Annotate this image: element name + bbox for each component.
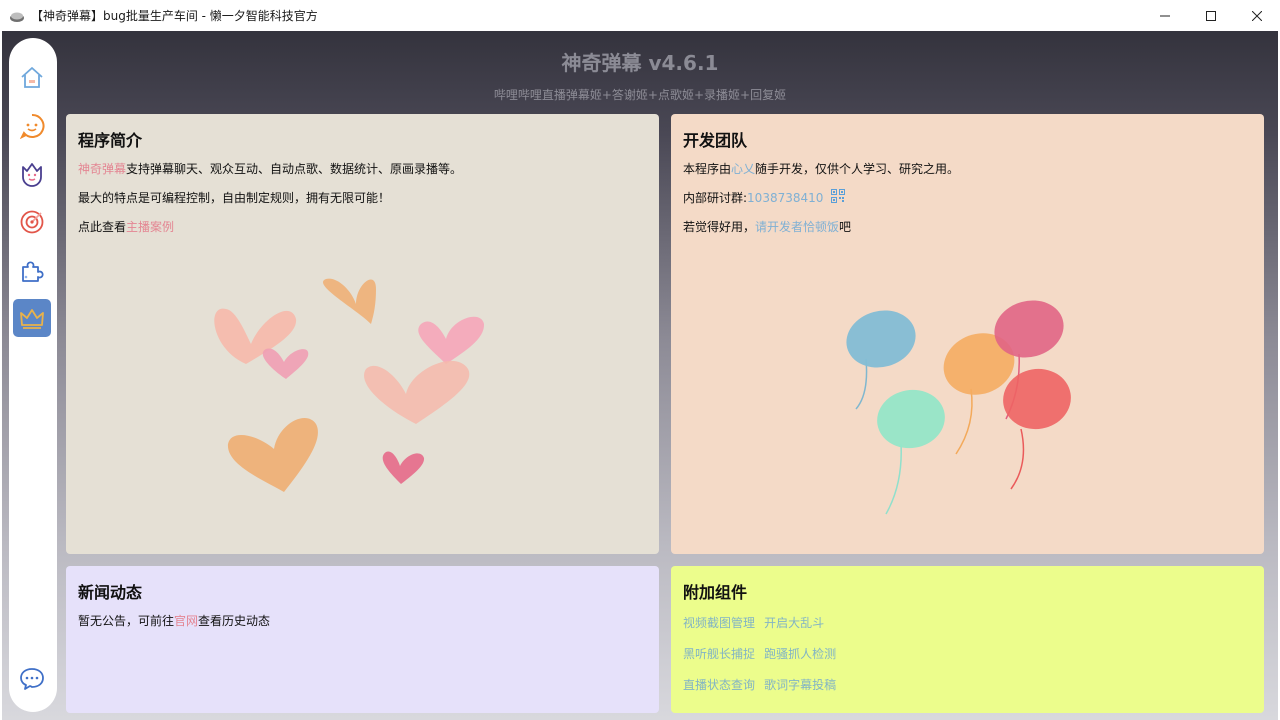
news-title: 新闻动态 <box>78 583 143 602</box>
team-card: 开发团队 本程序由心乂随手开发，仅供个人学习、研究之用。 内部研讨群: 1038… <box>671 114 1264 554</box>
addon-screenshot-manager[interactable]: 视频截图管理 <box>683 616 755 630</box>
team-line-1: 本程序由心乂随手开发，仅供个人学习、研究之用。 <box>683 161 1252 178</box>
group-number-link[interactable]: 1038738410 <box>747 190 823 207</box>
addons-card: 附加组件 视频截图管理 开启大乱斗 黑听舰长捕捉 跑骚抓人检测 直播状态查询 歌… <box>671 566 1264 713</box>
flower-face-icon <box>22 163 42 187</box>
addon-row: 黑听舰长捕捉 跑骚抓人检测 <box>683 644 1252 663</box>
donate-link[interactable]: 请开发者恰顿饭 <box>755 220 839 234</box>
crown-icon <box>20 309 44 329</box>
intro-line-3: 点此查看主播案例 <box>78 219 647 236</box>
team-line-1-a: 本程序由 <box>683 162 732 176</box>
addon-row: 直播状态查询 歌词字幕投稿 <box>683 675 1252 694</box>
group-label: 内部研讨群: <box>683 191 748 205</box>
main-area: 神奇弹幕 v4.6.1 哔哩哔哩直播弹幕姬+答谢姬+点歌姬+录播姬+回复姬 程序… <box>2 31 1278 720</box>
news-line: 暂无公告，可前往官网查看历史动态 <box>78 613 647 630</box>
hearts-illustration <box>214 278 485 492</box>
minimize-button[interactable] <box>1142 0 1188 31</box>
product-link[interactable]: 神奇弹幕 <box>78 162 126 176</box>
news-text-a: 暂无公告，可前往 <box>78 614 175 628</box>
app-logo-icon <box>10 12 24 22</box>
puzzle-icon <box>22 261 44 282</box>
nav-chat[interactable] <box>13 107 51 145</box>
window-title: 【神奇弹幕】bug批量生产车间 - 懒一夕智能科技官方 <box>31 9 318 23</box>
team-line-3-a: 若觉得好用， <box>683 220 756 234</box>
intro-line-1-text: 支持弹幕聊天、观众互动、自动点歌、数据统计、原画录播等。 <box>126 162 463 176</box>
minimize-icon <box>1160 15 1170 16</box>
team-title: 开发团队 <box>683 131 748 150</box>
addon-lyrics-subtitle[interactable]: 歌词字幕投稿 <box>764 678 836 692</box>
nav-feedback[interactable] <box>13 660 51 698</box>
developer-link[interactable]: 心乂 <box>731 162 755 176</box>
window-controls <box>1142 0 1280 31</box>
close-icon <box>1252 10 1262 21</box>
team-line-3: 若觉得好用，请开发者恰顿饭吧 <box>683 219 1252 236</box>
sidebar <box>9 38 57 712</box>
close-button[interactable] <box>1234 0 1280 31</box>
intro-line-3-text: 点此查看 <box>78 220 127 234</box>
addon-battle-royale[interactable]: 开启大乱斗 <box>764 616 824 630</box>
intro-title: 程序简介 <box>78 131 143 150</box>
official-site-link[interactable]: 官网 <box>174 614 198 628</box>
maximize-icon <box>1206 10 1216 21</box>
addon-row: 视频截图管理 开启大乱斗 <box>683 613 1252 632</box>
team-line-1-b: 随手开发，仅供个人学习、研究之用。 <box>755 162 960 176</box>
news-text-b: 查看历史动态 <box>198 614 271 628</box>
nav-target[interactable] <box>13 203 51 241</box>
team-line-3-b: 吧 <box>839 220 852 234</box>
addon-troll-detector[interactable]: 跑骚抓人检测 <box>764 647 836 661</box>
intro-card: 程序简介 神奇弹幕支持弹幕聊天、观众互动、自动点歌、数据统计、原画录播等。 最大… <box>66 114 659 554</box>
intro-line-2: 最大的特点是可编程控制，自由制定规则，拥有无限可能！ <box>78 191 391 205</box>
nav-home-dashboard[interactable] <box>13 299 51 337</box>
nav-plugins[interactable] <box>13 251 51 289</box>
addon-captain-catcher[interactable]: 黑听舰长捕捉 <box>683 647 755 661</box>
target-icon <box>20 210 44 234</box>
news-card: 新闻动态 暂无公告，可前往官网查看历史动态 <box>66 566 659 713</box>
qr-code-icon[interactable] <box>831 188 846 203</box>
chat-bubble-icon <box>19 113 45 139</box>
feedback-chat-icon <box>20 668 44 690</box>
addons-title: 附加组件 <box>683 583 748 602</box>
team-line-2: 内部研讨群: 1038738410 <box>683 188 1252 207</box>
app-title: 神奇弹幕 v4.6.1 <box>561 51 719 75</box>
nav-interaction[interactable] <box>13 155 51 193</box>
app-subtitle: 哔哩哔哩直播弹幕姬+答谢姬+点歌姬+录播姬+回复姬 <box>493 88 787 102</box>
balloons-illustration <box>846 300 1071 515</box>
intro-line-1: 神奇弹幕支持弹幕聊天、观众互动、自动点歌、数据统计、原画录播等。 <box>78 161 647 178</box>
title-bar: 【神奇弹幕】bug批量生产车间 - 懒一夕智能科技官方 <box>0 0 1280 31</box>
addon-live-status[interactable]: 直播状态查询 <box>683 678 755 692</box>
maximize-button[interactable] <box>1188 0 1234 31</box>
streamer-cases-link[interactable]: 主播案例 <box>126 220 174 234</box>
